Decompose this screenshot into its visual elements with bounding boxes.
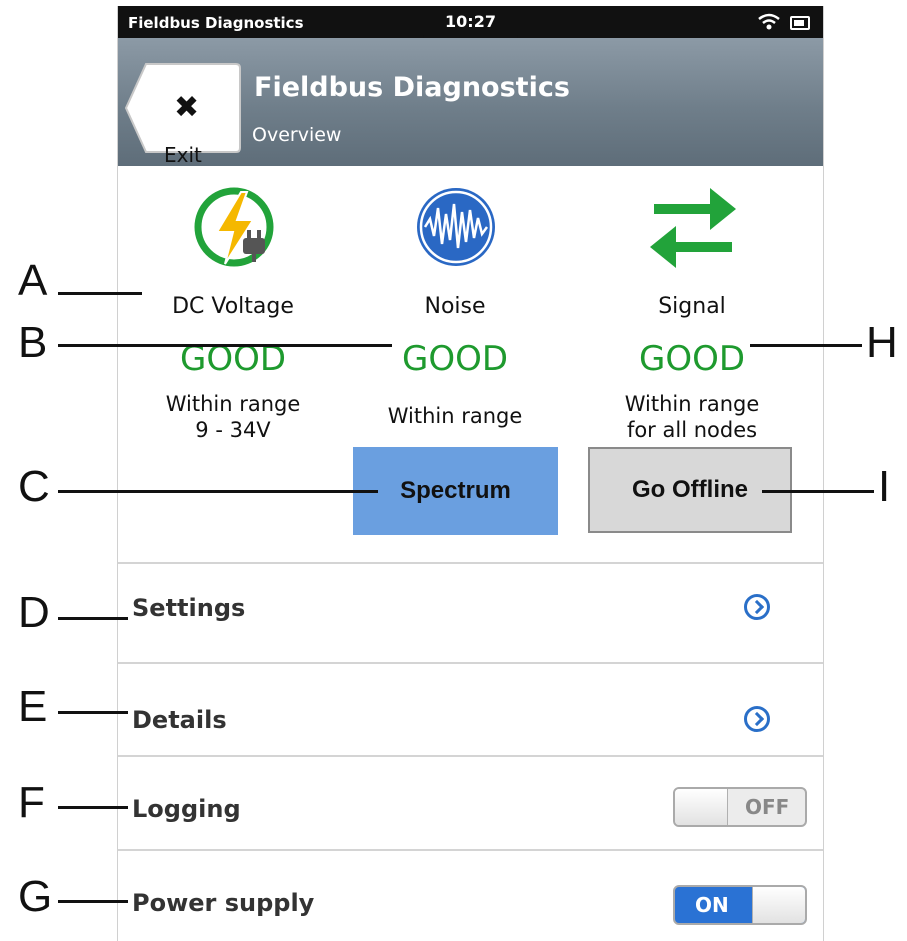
power-plug-icon [194,187,274,267]
power-supply-toggle[interactable]: ON [673,885,807,925]
metric-desc-line1: Within range [387,404,523,428]
callout-line-h [750,344,862,347]
page-title: Fieldbus Diagnostics [254,72,570,103]
callout-line-d [58,617,128,620]
callout-line-f [58,806,128,809]
logging-label: Logging [132,795,241,823]
metric-desc-line1: Within range [165,392,301,416]
callout-e: E [18,682,48,731]
app-header: ✖ Exit Fieldbus Diagnostics Overview [118,38,823,167]
callout-b: B [18,318,48,367]
toggle-knob [752,887,805,923]
battery-icon [790,16,810,30]
toggle-knob [675,789,728,825]
exit-button[interactable]: ✖ Exit [124,62,242,167]
callout-c: C [18,462,50,511]
metric-desc-line1: Within range [624,392,760,416]
metric-desc-line2: 9 - 34V [195,418,271,442]
callout-line-g [58,900,128,903]
callout-line-e [58,711,128,714]
callout-f: F [18,778,45,827]
exit-label: Exit [164,143,202,167]
callout-h: H [866,318,898,367]
device-screen: Fieldbus Diagnostics 10:27 ✖ Exit Fieldb… [117,6,824,941]
callout-line-b [58,344,392,347]
callout-g: G [18,872,53,921]
status-time: 10:27 [445,12,496,31]
callout-line-c [58,490,378,493]
close-icon: ✖ [174,90,200,125]
metric-desc-line2: for all nodes [626,418,758,442]
power-supply-row: Power supply ON [118,849,823,941]
callout-d: D [18,588,50,637]
chevron-right-icon[interactable] [744,594,770,620]
settings-row[interactable]: Settings [118,562,823,656]
metric-name: Signal [658,294,726,319]
toggle-state: ON [695,893,729,917]
spectrum-button[interactable]: Spectrum [353,447,558,535]
metric-dc-voltage: DC Voltage GOOD Within range 9 - 34V [118,184,348,454]
callout-i: I [878,462,891,511]
settings-label: Settings [132,594,246,622]
swap-arrows-icon [650,188,736,268]
chevron-right-icon[interactable] [744,706,770,732]
logging-row: Logging OFF [118,755,823,849]
callout-line-a [58,292,142,295]
power-supply-label: Power supply [132,889,315,917]
noise-waveform-icon [417,188,495,266]
metric-name: DC Voltage [172,294,294,319]
logging-toggle[interactable]: OFF [673,787,807,827]
metric-name: Noise [424,294,486,319]
page-subtitle: Overview [252,124,342,146]
details-row[interactable]: Details [118,662,823,756]
details-label: Details [132,706,227,734]
metric-noise: Noise GOOD Within range [340,184,570,454]
metric-signal: Signal GOOD Within range for all nodes [577,184,807,454]
callout-line-i [762,490,874,493]
wifi-icon [758,13,780,30]
callout-a: A [18,256,48,305]
toggle-state: OFF [745,795,790,819]
